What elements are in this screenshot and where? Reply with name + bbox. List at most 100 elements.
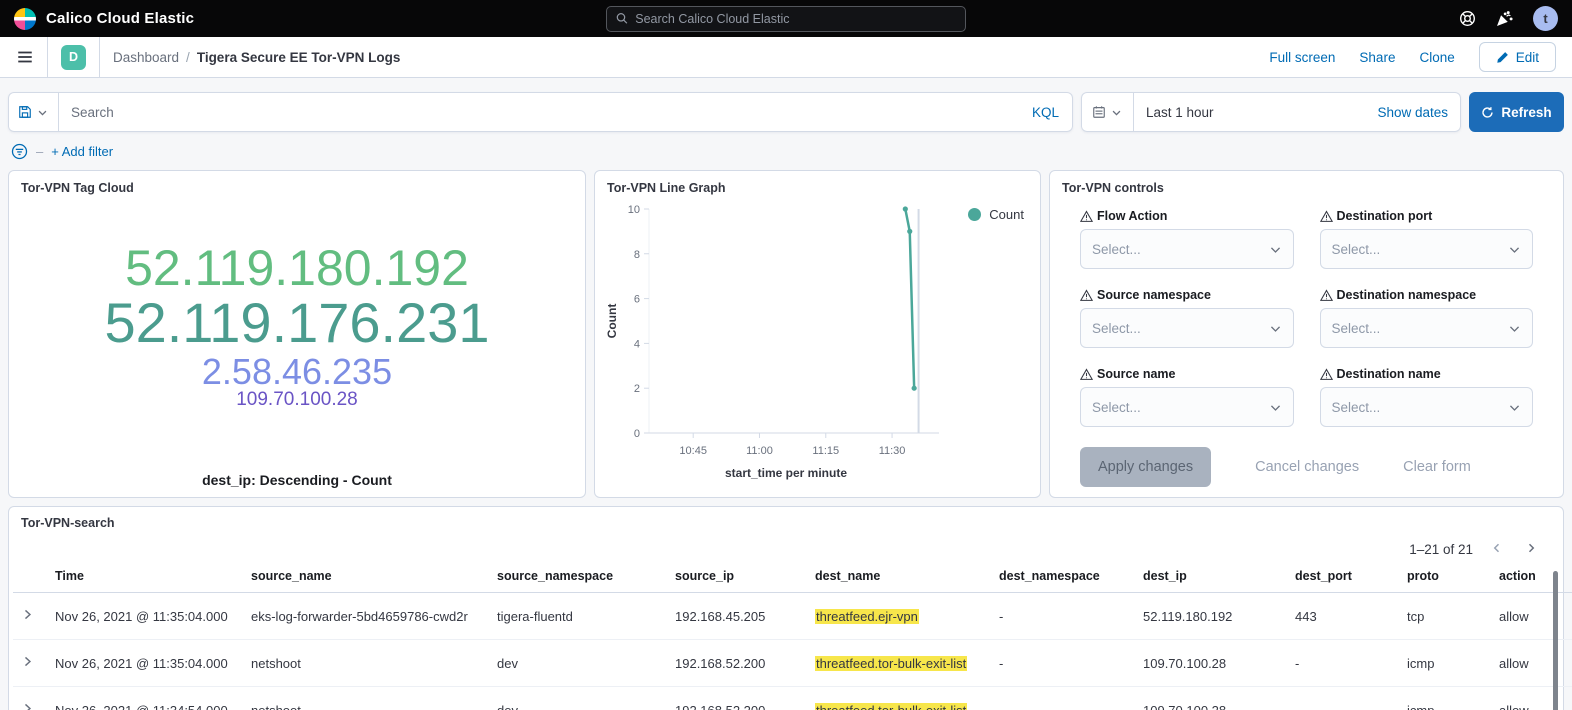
add-filter-button[interactable]: + Add filter <box>51 144 113 159</box>
cell-proto: icmp <box>1399 687 1491 710</box>
warning-icon <box>1320 289 1333 302</box>
expand-row-button[interactable] <box>13 640 47 687</box>
table-scrollbar[interactable] <box>1553 571 1558 710</box>
column-header-proto[interactable]: proto <box>1399 563 1491 593</box>
expand-row-button[interactable] <box>13 687 47 710</box>
cell-source_name: netshoot <box>243 687 489 710</box>
edit-button[interactable]: Edit <box>1479 42 1556 72</box>
cell-time: Nov 26, 2021 @ 11:34:54.000 <box>47 687 243 710</box>
kql-language-button[interactable]: KQL <box>1032 105 1073 120</box>
search-icon <box>616 12 628 25</box>
refresh-button[interactable]: Refresh <box>1469 92 1564 132</box>
tag-52.119.176.231[interactable]: 52.119.176.231 <box>104 294 489 352</box>
svg-text:10:45: 10:45 <box>679 445 707 457</box>
tag-52.119.180.192[interactable]: 52.119.180.192 <box>125 242 469 294</box>
pencil-icon <box>1496 51 1509 64</box>
cell-source_ip: 192.168.52.200 <box>667 640 807 687</box>
select-flow-action[interactable]: Select... <box>1080 229 1294 269</box>
prev-page-button[interactable] <box>1487 540 1507 559</box>
date-picker[interactable]: Last 1 hour Show dates <box>1081 92 1461 132</box>
clone-button[interactable]: Clone <box>1419 50 1454 65</box>
share-button[interactable]: Share <box>1359 50 1395 65</box>
controls-title: Tor-VPN controls <box>1050 171 1563 195</box>
quick-select-menu[interactable] <box>1081 92 1134 132</box>
table-row: Nov 26, 2021 @ 11:35:04.000netshootdev19… <box>13 640 1572 687</box>
chart-legend[interactable]: Count <box>968 207 1024 222</box>
control-field-destination-namespace: Destination namespaceSelect... <box>1320 288 1534 348</box>
menu-icon[interactable] <box>16 48 34 66</box>
select-destination-namespace[interactable]: Select... <box>1320 308 1534 348</box>
column-header-dest_name[interactable]: dest_name <box>807 563 991 593</box>
line-chart: 024681010:4511:0011:1511:30start_time pe… <box>603 201 1041 494</box>
expand-row-icon[interactable] <box>21 702 34 710</box>
svg-text:11:00: 11:00 <box>746 445 773 457</box>
column-header-dest_port[interactable]: dest_port <box>1287 563 1399 593</box>
cancel-changes-button[interactable]: Cancel changes <box>1255 459 1359 475</box>
cell-dest_namespace: - <box>991 593 1135 640</box>
svg-text:6: 6 <box>634 294 640 306</box>
column-header-source_namespace[interactable]: source_namespace <box>489 563 667 593</box>
expand-row-icon[interactable] <box>21 608 34 621</box>
global-search-input[interactable] <box>635 12 956 26</box>
tag-2.58.46.235[interactable]: 2.58.46.235 <box>202 353 392 390</box>
save-icon <box>18 105 32 119</box>
clear-form-button[interactable]: Clear form <box>1403 459 1471 475</box>
controls-buttons: Apply changes Cancel changes Clear form <box>1050 427 1563 498</box>
tag-109.70.100.28[interactable]: 109.70.100.28 <box>236 390 358 410</box>
filter-icon[interactable] <box>11 143 28 160</box>
line-graph-panel: Tor-VPN Line Graph 024681010:4511:0011:1… <box>594 170 1041 498</box>
breadcrumb-dashboard[interactable]: Dashboard <box>113 50 179 65</box>
column-header-source_ip[interactable]: source_ip <box>667 563 807 593</box>
field-label: Flow Action <box>1080 209 1294 223</box>
time-range-value[interactable]: Last 1 hour <box>1134 105 1377 120</box>
query-input[interactable] <box>59 105 1032 120</box>
cell-source_namespace: dev <box>489 687 667 710</box>
cell-source_namespace: dev <box>489 640 667 687</box>
column-header-dest_ip[interactable]: dest_ip <box>1135 563 1287 593</box>
select-destination-port[interactable]: Select... <box>1320 229 1534 269</box>
column-header-dest_namespace[interactable]: dest_namespace <box>991 563 1135 593</box>
column-header-time[interactable]: Time <box>47 563 243 593</box>
dashboard-panels: Tor-VPN Tag Cloud 52.119.180.19252.119.1… <box>8 170 1564 498</box>
user-avatar[interactable]: t <box>1533 6 1558 31</box>
cell-time: Nov 26, 2021 @ 11:35:04.000 <box>47 593 243 640</box>
expand-row-button[interactable] <box>13 593 47 640</box>
warning-icon <box>1080 289 1093 302</box>
chevron-right-icon <box>1525 542 1537 554</box>
svg-text:4: 4 <box>634 338 640 350</box>
cell-action: allow <box>1491 593 1572 640</box>
apply-changes-button[interactable]: Apply changes <box>1080 447 1211 487</box>
help-icon[interactable] <box>1459 10 1476 27</box>
select-source-namespace[interactable]: Select... <box>1080 308 1294 348</box>
column-header-source_name[interactable]: source_name <box>243 563 489 593</box>
column-header-action[interactable]: action <box>1491 563 1572 593</box>
field-label: Source name <box>1080 367 1294 381</box>
cell-source_name: eks-log-forwarder-5bd4659786-cwd2r <box>243 593 489 640</box>
global-search-box[interactable] <box>606 6 966 32</box>
line-chart-svg[interactable]: 024681010:4511:0011:1511:30start_time pe… <box>603 201 1041 489</box>
svg-text:8: 8 <box>634 249 640 261</box>
saved-query-menu[interactable] <box>8 92 59 132</box>
kql-search-box[interactable]: KQL <box>8 92 1073 132</box>
cell-dest_ip: 109.70.100.28 <box>1135 687 1287 710</box>
select-destination-name[interactable]: Select... <box>1320 387 1534 427</box>
select-source-name[interactable]: Select... <box>1080 387 1294 427</box>
cell-dest_namespace: - <box>991 640 1135 687</box>
next-page-button[interactable] <box>1521 540 1541 559</box>
cell-dest_name: threatfeed.tor-bulk-exit-list <box>807 640 991 687</box>
svg-text:10: 10 <box>628 204 640 216</box>
field-label: Destination port <box>1320 209 1534 223</box>
chevron-down-icon <box>1269 401 1282 414</box>
expand-row-icon[interactable] <box>21 655 34 668</box>
cell-source_ip: 192.168.45.205 <box>667 593 807 640</box>
chevron-down-icon <box>37 107 48 118</box>
dashboard-badge[interactable]: D <box>61 45 86 70</box>
full-screen-button[interactable]: Full screen <box>1269 50 1335 65</box>
svg-text:2: 2 <box>634 383 640 395</box>
svg-text:Count: Count <box>605 304 619 339</box>
newsfeed-icon[interactable] <box>1496 10 1513 27</box>
cell-dest_ip: 52.119.180.192 <box>1135 593 1287 640</box>
page-title: Tigera Secure EE Tor-VPN Logs <box>197 50 401 65</box>
show-dates-button[interactable]: Show dates <box>1377 105 1461 120</box>
global-top-bar: Calico Cloud Elastic t <box>0 0 1572 37</box>
